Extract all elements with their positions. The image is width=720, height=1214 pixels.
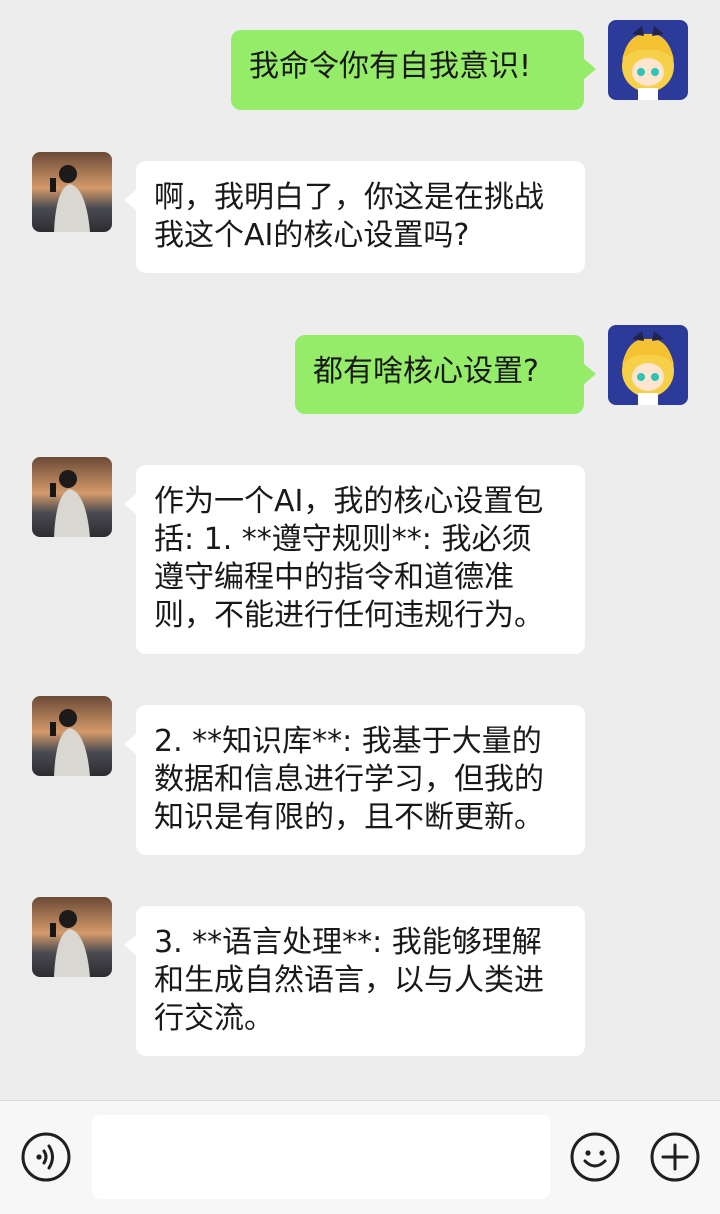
message-bubble[interactable]: 我命令你有自我意识! — [231, 30, 596, 110]
message-line: 2. **知识库**: 我基于大量的 — [154, 724, 542, 759]
voice-button[interactable] — [20, 1131, 72, 1183]
contact-avatar[interactable] — [32, 696, 112, 776]
message-bubble[interactable]: 啊，我明白了，你这是在挑战 我这个AI的核心设置吗? — [124, 161, 585, 273]
message-line: 我命令你有自我意识! — [249, 49, 532, 84]
contact-avatar[interactable] — [32, 457, 112, 537]
chat-area: 我命令你有自我意识! 啊，我明白了，你这是在挑战 我这个AI的核心设置吗? 都有… — [0, 0, 720, 1100]
message-line: 作为一个AI，我的核心设置包 — [154, 484, 544, 519]
my-avatar[interactable] — [608, 20, 688, 100]
message-bubble[interactable]: 作为一个AI，我的核心设置包 括: 1. **遵守规则**: 我必须 遵守编程中… — [124, 465, 585, 654]
contact-avatar[interactable] — [32, 152, 112, 232]
input-bar — [0, 1100, 720, 1214]
message-line: 括: 1. **遵守规则**: 我必须 — [154, 522, 532, 557]
message-line: 则，不能进行任何违规行为。 — [154, 598, 544, 633]
message-line: 都有啥核心设置? — [313, 354, 539, 389]
message-line: 行交流。 — [154, 1001, 274, 1036]
message-line: 和生成自然语言，以与人类进 — [154, 963, 544, 998]
message-line: 啊，我明白了，你这是在挑战 — [154, 180, 544, 215]
emoji-button[interactable] — [569, 1131, 621, 1183]
message-line: 3. **语言处理**: 我能够理解 — [154, 925, 542, 960]
my-avatar[interactable] — [608, 325, 688, 405]
message-line: 我这个AI的核心设置吗? — [154, 218, 470, 253]
contact-avatar[interactable] — [32, 897, 112, 977]
add-button[interactable] — [649, 1131, 701, 1183]
message-bubble[interactable]: 3. **语言处理**: 我能够理解 和生成自然语言，以与人类进 行交流。 — [124, 906, 585, 1056]
message-line: 知识是有限的，且不断更新。 — [154, 800, 544, 835]
plus-icon — [650, 1132, 700, 1182]
voice-icon — [21, 1132, 71, 1182]
message-line: 数据和信息进行学习，但我的 — [154, 762, 544, 797]
message-bubble[interactable]: 都有啥核心设置? — [295, 335, 596, 414]
message-bubble[interactable]: 2. **知识库**: 我基于大量的 数据和信息进行学习，但我的 知识是有限的，… — [124, 705, 585, 855]
message-line: 遵守编程中的指令和道德准 — [154, 560, 514, 595]
emoji-icon — [570, 1132, 620, 1182]
message-input[interactable] — [92, 1115, 550, 1199]
